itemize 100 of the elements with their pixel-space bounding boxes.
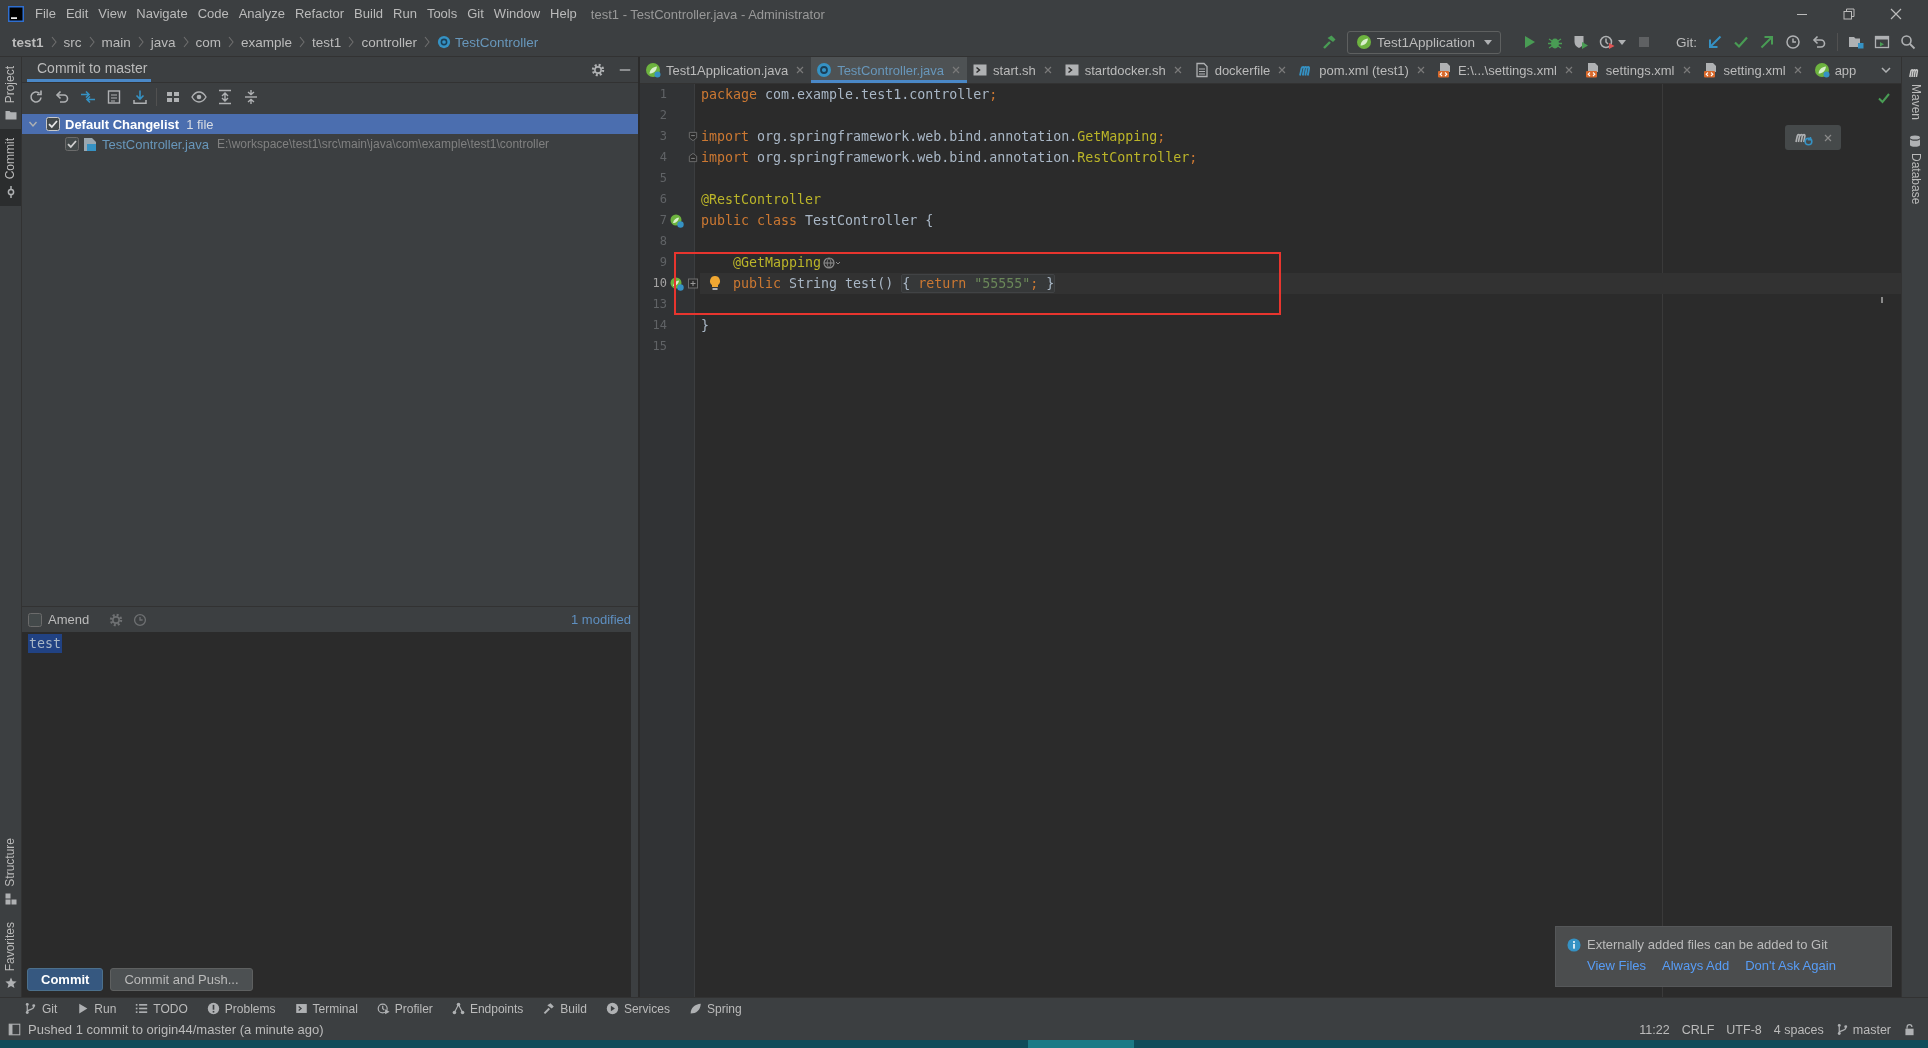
arrow-down-left-icon[interactable] bbox=[1707, 34, 1723, 50]
tool-window-button[interactable]: Services bbox=[605, 1001, 670, 1016]
breadcrumb[interactable]: TestController bbox=[436, 34, 539, 50]
breadcrumb[interactable]: java bbox=[150, 34, 176, 50]
indent-setting[interactable]: 4 spaces bbox=[1773, 1022, 1824, 1037]
arrow-up-right-icon[interactable] bbox=[1759, 34, 1775, 50]
editor-tab[interactable]: startdocker.sh bbox=[1058, 57, 1189, 83]
notification-link[interactable]: View Files bbox=[1587, 958, 1646, 974]
tool-window-button[interactable]: Project bbox=[0, 57, 21, 130]
menu-item[interactable]: Edit bbox=[65, 5, 89, 23]
menu-item[interactable]: Help bbox=[550, 5, 577, 23]
tool-window-button[interactable]: Spring bbox=[688, 1001, 742, 1016]
breadcrumb[interactable]: test1 bbox=[312, 34, 342, 50]
menu-item[interactable]: Analyze bbox=[238, 5, 285, 23]
run-configuration-dropdown[interactable]: Test1Application bbox=[1346, 30, 1501, 54]
checkmark-icon[interactable] bbox=[1733, 34, 1749, 50]
tool-window-button[interactable]: Problems bbox=[206, 1001, 276, 1016]
menu-item[interactable]: Git bbox=[467, 5, 484, 23]
breadcrumb[interactable]: src bbox=[63, 34, 82, 50]
editor-tab[interactable]: start.sh bbox=[967, 57, 1059, 83]
changelist-row[interactable]: Default Changelist 1 file bbox=[22, 114, 638, 134]
undo-icon[interactable] bbox=[54, 89, 70, 105]
amend-label[interactable]: Amend bbox=[48, 612, 90, 627]
notification-link[interactable]: Always Add bbox=[1662, 958, 1730, 974]
commit-button[interactable]: Commit bbox=[27, 968, 104, 991]
checkbox[interactable] bbox=[46, 117, 60, 131]
breadcrumb[interactable]: test1 bbox=[12, 34, 44, 50]
close-icon[interactable] bbox=[1564, 66, 1573, 74]
folder-grid-icon[interactable] bbox=[1848, 34, 1864, 50]
menu-item[interactable]: Refactor bbox=[294, 5, 345, 23]
tool-window-button[interactable]: Git bbox=[24, 1001, 58, 1016]
tool-window-button[interactable]: Endpoints bbox=[451, 1001, 524, 1016]
leaf-icon[interactable] bbox=[669, 276, 684, 291]
leaf-icon[interactable] bbox=[669, 213, 684, 228]
tool-window-button[interactable]: Favorites bbox=[0, 912, 21, 997]
editor-tab[interactable]: Test1Application.java bbox=[640, 57, 812, 83]
close-icon[interactable] bbox=[1416, 66, 1425, 74]
panel-tab[interactable]: Commit to master bbox=[27, 57, 152, 82]
tool-window-button[interactable]: Structure bbox=[0, 828, 21, 913]
editor-tab[interactable]: app bbox=[1808, 57, 1864, 83]
commit-message-field[interactable]: test bbox=[22, 632, 631, 963]
tool-window-button[interactable]: Profiler bbox=[376, 1001, 433, 1016]
close-icon[interactable] bbox=[1890, 8, 1902, 20]
breadcrumb[interactable]: com bbox=[195, 34, 222, 50]
caret-icon[interactable] bbox=[1618, 39, 1626, 45]
breadcrumb[interactable]: controller bbox=[361, 34, 417, 50]
fold-marker-icon[interactable] bbox=[688, 131, 698, 142]
gauge-icon[interactable] bbox=[1599, 34, 1615, 50]
search-icon[interactable] bbox=[1900, 34, 1916, 50]
close-icon[interactable] bbox=[796, 66, 805, 74]
notification-link[interactable]: Don't Ask Again bbox=[1745, 958, 1836, 974]
branch-widget[interactable]: master bbox=[1835, 1022, 1891, 1037]
clock-icon[interactable] bbox=[1785, 34, 1801, 50]
tool-window-button[interactable]: Run bbox=[76, 1001, 117, 1016]
menu-item[interactable]: File bbox=[35, 5, 56, 23]
globe-dropdown-icon[interactable] bbox=[823, 256, 842, 269]
tool-window-button[interactable]: Commit bbox=[0, 129, 21, 206]
load-changes-button[interactable] bbox=[1785, 125, 1841, 150]
tool-window-button[interactable]: Maven bbox=[1908, 57, 1922, 127]
menu-item[interactable]: Code bbox=[197, 5, 229, 23]
undo-icon[interactable] bbox=[1811, 34, 1827, 50]
download-icon[interactable] bbox=[132, 89, 148, 105]
close-icon[interactable] bbox=[1793, 66, 1802, 74]
lock-icon[interactable] bbox=[1903, 1023, 1916, 1036]
checkmark-icon[interactable] bbox=[1878, 92, 1890, 104]
menu-item[interactable]: Tools bbox=[426, 5, 458, 23]
expand-fold-icon[interactable] bbox=[688, 278, 698, 289]
expand-all-icon[interactable] bbox=[217, 89, 233, 105]
checkbox[interactable] bbox=[65, 137, 79, 151]
menu-item[interactable]: Build bbox=[354, 5, 383, 23]
arrows-icon[interactable] bbox=[80, 89, 96, 105]
editor-tab[interactable]: dockerfile bbox=[1188, 57, 1294, 83]
monitor-icon[interactable] bbox=[1874, 34, 1890, 50]
breadcrumb[interactable]: main bbox=[101, 34, 131, 50]
menu-item[interactable]: Run bbox=[393, 5, 417, 23]
checkbox[interactable] bbox=[28, 612, 42, 627]
close-icon[interactable] bbox=[1173, 66, 1182, 74]
editor-tab[interactable]: setting.xml bbox=[1697, 57, 1809, 83]
lightbulb-icon[interactable] bbox=[709, 275, 721, 291]
fold-marker-icon[interactable] bbox=[688, 152, 698, 163]
restore-icon[interactable] bbox=[1843, 8, 1855, 20]
breadcrumb[interactable]: example bbox=[241, 34, 293, 50]
close-icon[interactable] bbox=[1682, 66, 1691, 74]
editor-tab[interactable]: pom.xml (test1) bbox=[1293, 57, 1432, 83]
menu-item[interactable]: Window bbox=[493, 5, 541, 23]
square-icon[interactable] bbox=[8, 1023, 21, 1036]
modified-count[interactable]: 1 modified bbox=[571, 612, 631, 627]
chevron-down-icon[interactable] bbox=[1881, 67, 1891, 73]
line-separator[interactable]: CRLF bbox=[1681, 1022, 1715, 1037]
editor-tab[interactable]: settings.xml bbox=[1579, 57, 1698, 83]
tool-window-button[interactable]: Build bbox=[542, 1001, 587, 1016]
close-icon[interactable] bbox=[1278, 66, 1287, 74]
close-icon[interactable] bbox=[1824, 133, 1832, 142]
eye-icon[interactable] bbox=[191, 89, 207, 105]
folded-code[interactable]: { return "55555"; } bbox=[901, 274, 1056, 293]
tool-window-button[interactable]: TODO bbox=[135, 1001, 188, 1016]
commit-and-push-button[interactable]: Commit and Push... bbox=[110, 968, 253, 991]
shield-icon[interactable] bbox=[1573, 34, 1589, 50]
menu-item[interactable]: View bbox=[98, 5, 127, 23]
close-icon[interactable] bbox=[1043, 66, 1052, 74]
